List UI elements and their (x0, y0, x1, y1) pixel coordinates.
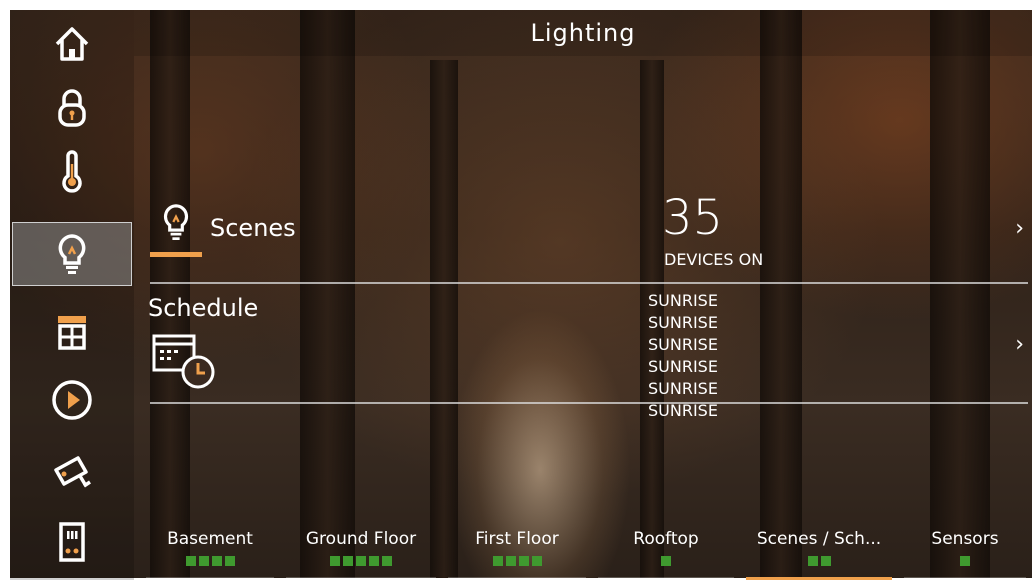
schedule-card[interactable]: Schedule SUNRISE SUNRISE SUNRISE SUNRISE… (148, 290, 1028, 420)
tab-label: Basement (167, 529, 253, 549)
home-icon (52, 24, 92, 64)
tab-basement[interactable]: Basement (140, 524, 280, 580)
frame-top (0, 0, 1032, 10)
schedule-event: SUNRISE (648, 335, 718, 354)
sidebar-item-intercom[interactable] (12, 510, 132, 574)
schedule-event: SUNRISE (648, 379, 718, 398)
sidebar-item-lighting[interactable] (12, 222, 132, 286)
schedule-label: Schedule (148, 294, 259, 322)
divider (150, 282, 1028, 284)
active-device-indicators (592, 556, 740, 566)
schedule-chevron-icon[interactable]: › (1015, 332, 1024, 357)
camera-icon (50, 452, 94, 492)
devices-on-count: 35 (662, 190, 724, 246)
thermometer-icon (52, 150, 92, 194)
sidebar-item-climate[interactable] (12, 140, 132, 204)
page-title: Lighting (134, 10, 1032, 56)
floor-tab-bar: Basement Ground Floor First Floor Roofto… (140, 524, 1032, 580)
lightbulb-icon (158, 200, 194, 248)
tab-first-floor[interactable]: First Floor (442, 524, 592, 580)
scenes-chevron-icon[interactable]: › (1015, 216, 1024, 241)
active-device-indicators (280, 556, 442, 566)
lock-icon (52, 87, 92, 129)
tab-label: Scenes / Sch... (756, 529, 882, 549)
lighting-screen: Lighting Scenes 35 DEVICES ON › Schedule… (0, 0, 1032, 580)
tab-label: Sensors (931, 529, 999, 549)
tab-label: Ground Floor (305, 529, 417, 549)
schedule-event: SUNRISE (648, 357, 718, 376)
intercom-icon (52, 520, 92, 564)
window-shade-icon (52, 312, 92, 352)
sidebar-item-cameras[interactable] (12, 440, 132, 504)
play-icon (50, 378, 94, 422)
tab-label: First Floor (475, 529, 559, 549)
devices-on-label: DEVICES ON (664, 250, 764, 269)
sidebar-item-home[interactable] (12, 12, 132, 76)
active-device-indicators (140, 556, 280, 566)
tab-label: Rooftop (633, 529, 699, 549)
schedule-event: SUNRISE (648, 291, 718, 310)
schedule-event: SUNRISE (648, 313, 718, 332)
sidebar-item-media[interactable] (12, 368, 132, 432)
scenes-card[interactable]: Scenes 35 DEVICES ON › (150, 186, 1028, 282)
sidebar-item-shades[interactable] (12, 300, 132, 364)
divider (150, 402, 1028, 404)
lightbulb-icon (52, 232, 92, 276)
calendar-clock-icon (152, 332, 218, 394)
active-device-indicators (898, 556, 1032, 566)
sidebar (10, 10, 134, 580)
tab-rooftop[interactable]: Rooftop (592, 524, 740, 580)
frame-left (0, 0, 10, 580)
tab-scenes-schedule[interactable]: Scenes / Sch... (740, 524, 898, 580)
active-device-indicators (740, 556, 898, 566)
tab-sensors[interactable]: Sensors (898, 524, 1032, 580)
scenes-label: Scenes (210, 214, 296, 242)
scenes-underline (150, 252, 202, 257)
tab-ground-floor[interactable]: Ground Floor (280, 524, 442, 580)
active-device-indicators (442, 556, 592, 566)
sidebar-item-security[interactable] (12, 76, 132, 140)
